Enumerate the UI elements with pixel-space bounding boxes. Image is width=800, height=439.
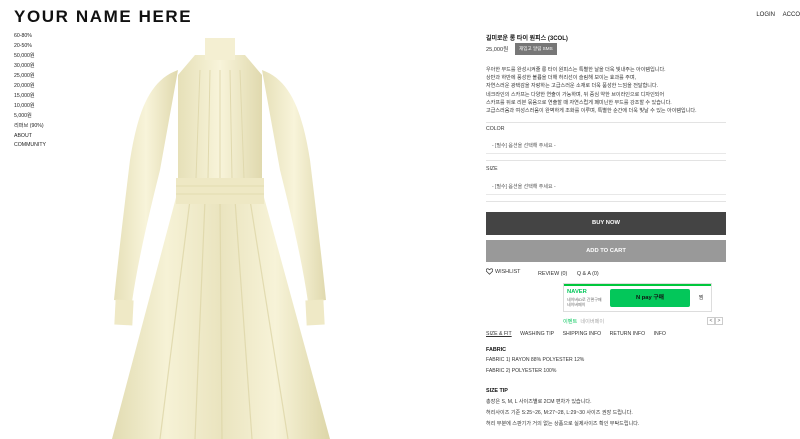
prev-arrow-icon[interactable]: < bbox=[707, 317, 715, 325]
product-name: 길미로운 롱 타이 원피스 (3COL) bbox=[486, 36, 568, 42]
brand-logo[interactable]: YOUR NAME HERE bbox=[14, 7, 192, 27]
add-to-cart-button[interactable]: ADD TO CART bbox=[486, 240, 726, 262]
naverpay-subtext-line: 네이버페이 bbox=[567, 302, 586, 307]
size-tip-title: SIZE TIP bbox=[486, 388, 508, 394]
naverpay-box: NAVER 네이버ID로 간편구매 네이버페이 N pay 구매 찜 bbox=[563, 283, 712, 312]
tab-shipping-info[interactable]: SHIPPING INFO bbox=[563, 331, 602, 337]
naverpay-accent-bar bbox=[564, 284, 711, 286]
divider bbox=[486, 122, 726, 123]
category-item[interactable]: 30,000원 bbox=[14, 62, 46, 72]
product-actions: WISHLIST REVIEW (0) Q & A (0) bbox=[486, 268, 607, 277]
wishlist-button[interactable]: WISHLIST bbox=[486, 268, 528, 275]
naverpay-subtext: 네이버ID로 간편구매 네이버페이 bbox=[567, 297, 602, 307]
category-item[interactable]: 25,000원 bbox=[14, 72, 46, 82]
description-line: 네크라인의 스카프는 다양한 연출이 가능하며, 뒤 중심 약한 브이라인으로 … bbox=[486, 91, 665, 98]
description-line: 자연스러운 광택감을 자랑하는 고급스러운 소재로 더욱 품성한 느낌을 전달합… bbox=[486, 83, 659, 90]
naver-logo: NAVER bbox=[567, 289, 587, 295]
review-link[interactable]: REVIEW (0) bbox=[538, 271, 567, 277]
size-tip-line: 총장은 S, M, L 사이즈별로 2CM 편차가 있습니다. bbox=[486, 399, 592, 405]
product-description: 우아한 무드를 완성시켜줄 롱 타이 원피스는 특별한 날을 더욱 빛내주는 아… bbox=[486, 66, 736, 115]
description-line: 스카프를 뒤로 리본 묶음으로 연출할 때 자연스럽게 페미닌한 무드를 강조할… bbox=[486, 99, 672, 106]
description-line: 상반과 하반에 풍성한 볼륨을 더해 허리선이 슬림해 보이는 효과를 주며, bbox=[486, 75, 637, 82]
dress-illustration bbox=[112, 38, 330, 439]
category-item[interactable]: 20-50% bbox=[14, 42, 46, 52]
category-nav: 60-80% 20-50% 50,000원 30,000원 25,000원 20… bbox=[14, 32, 46, 151]
product-price: 25,000원 bbox=[486, 47, 509, 53]
event-text: 네이버페이 bbox=[580, 319, 605, 325]
category-item[interactable]: 20,000원 bbox=[14, 82, 46, 92]
tab-size-fit[interactable]: SIZE & FIT bbox=[486, 331, 512, 337]
category-item[interactable]: 60-80% bbox=[14, 32, 46, 42]
category-item[interactable]: 5,000원 bbox=[14, 112, 46, 122]
category-item[interactable]: 15,000원 bbox=[14, 92, 46, 102]
next-arrow-icon[interactable]: > bbox=[715, 317, 723, 325]
size-select[interactable]: - [필수] 옵션을 선택해 주세요 - bbox=[486, 180, 726, 195]
event-pager: < > bbox=[707, 317, 723, 325]
category-item[interactable]: ABOUT bbox=[14, 132, 46, 142]
size-label: SIZE bbox=[486, 166, 498, 172]
category-item[interactable]: 50,000원 bbox=[14, 52, 46, 62]
divider bbox=[486, 201, 726, 202]
naverpay-event[interactable]: 이벤트 네이버페이 bbox=[563, 318, 604, 325]
divider bbox=[486, 160, 726, 161]
category-item[interactable]: 10,000원 bbox=[14, 102, 46, 112]
buy-now-button[interactable]: BUY NOW bbox=[486, 212, 726, 235]
size-tip-line: 허리사이즈 기준 S:25~26, M:27~28, L:29~30 사이즈 권… bbox=[486, 410, 633, 416]
tab-info[interactable]: INFO bbox=[654, 331, 666, 337]
event-label: 이벤트 bbox=[563, 319, 578, 325]
product-detail: 길미로운 롱 타이 원피스 (3COL) 25,000원 재입고 알림 SMS … bbox=[486, 0, 800, 439]
fabric-title: FABRIC bbox=[486, 347, 507, 353]
qa-link[interactable]: Q & A (0) bbox=[577, 271, 599, 277]
fabric-line: FABRIC 1) RAYON 88% POLYESTER 12% bbox=[486, 357, 585, 363]
naverpay-zzim-button[interactable]: 찜 bbox=[692, 289, 710, 307]
wishlist-label: WISHLIST bbox=[495, 268, 521, 275]
size-tip-line: 허리 부분에 스판기가 거의 없는 상품으로 실제사이즈 확인 부탁드립니다. bbox=[486, 421, 640, 427]
category-item[interactable]: COMMUNITY bbox=[14, 141, 46, 151]
info-tabs: SIZE & FIT WASHING TIP SHIPPING INFO RET… bbox=[486, 331, 673, 337]
tab-return-info[interactable]: RETURN INFO bbox=[610, 331, 645, 337]
category-item[interactable]: 리퍼브 (90%) bbox=[14, 122, 46, 132]
heart-icon bbox=[486, 268, 493, 275]
description-line: 우아한 무드를 완성시켜줄 롱 타이 원피스는 특별한 날을 더욱 빛내주는 아… bbox=[486, 67, 666, 73]
naverpay-buy-button[interactable]: N pay 구매 bbox=[610, 289, 690, 307]
color-label: COLOR bbox=[486, 126, 505, 132]
fabric-line: FABRIC 2) POLYESTER 100% bbox=[486, 368, 557, 374]
restock-sms-button[interactable]: 재입고 알림 SMS bbox=[515, 43, 557, 55]
tab-washing-tip[interactable]: WASHING TIP bbox=[520, 331, 554, 337]
product-photo bbox=[0, 0, 443, 439]
color-select[interactable]: - [필수] 옵션을 선택해 주세요 - bbox=[486, 139, 726, 154]
description-line: 고급스러움과 여성스러움이 완벽하게 조화를 이루며, 특별한 순간에 더욱 빛… bbox=[486, 108, 697, 115]
